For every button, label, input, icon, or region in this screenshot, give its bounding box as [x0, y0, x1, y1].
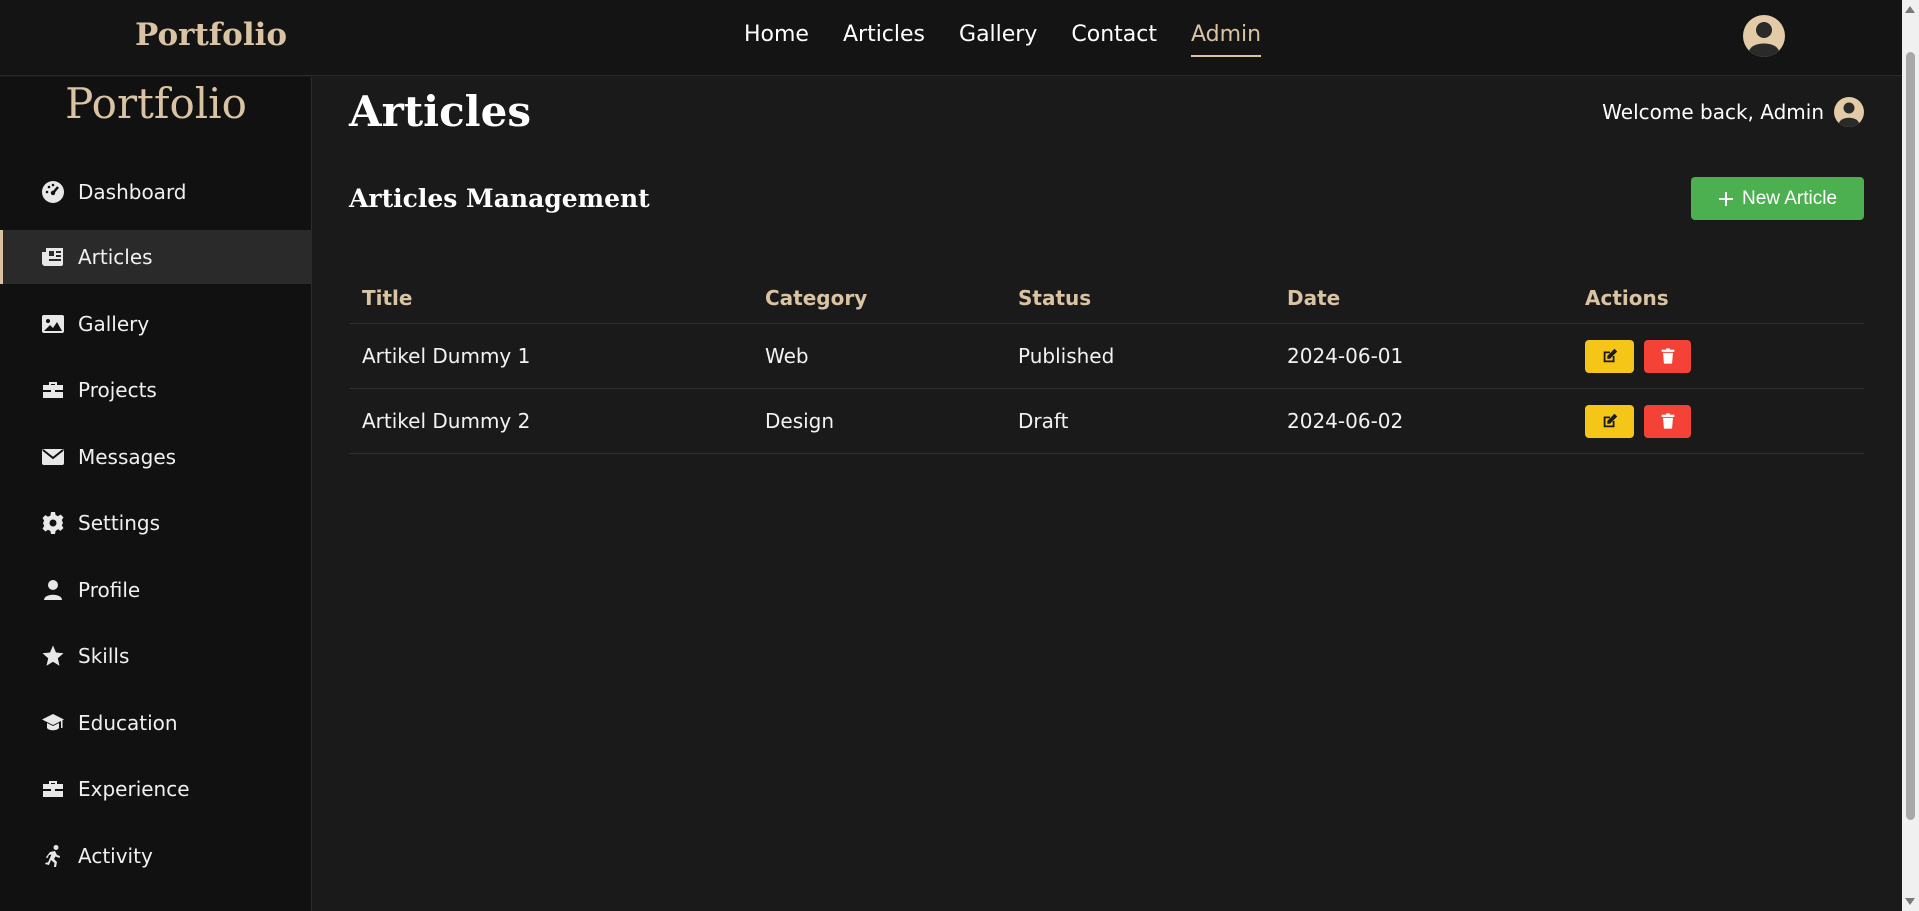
sidebar-item-education[interactable]: Education [0, 696, 312, 750]
nav-articles[interactable]: Articles [843, 22, 925, 57]
sidebar-item-profile[interactable]: Profile [0, 563, 312, 617]
star-icon [40, 643, 66, 669]
page-title: Articles [349, 87, 531, 136]
new-article-button[interactable]: New Article [1691, 177, 1864, 220]
nav-admin[interactable]: Admin [1190, 22, 1262, 57]
top-navbar: Portfolio Home Articles Gallery Contact … [0, 0, 1902, 76]
section-title: Articles Management [349, 184, 650, 213]
welcome-message: Welcome back, Admin [1602, 97, 1864, 127]
sidebar-item-projects[interactable]: Projects [0, 363, 312, 417]
sidebar-item-label: Activity [78, 844, 153, 868]
gauge-icon [40, 179, 66, 205]
sidebar-item-experience[interactable]: Experience [0, 762, 312, 816]
sidebar-item-label: Messages [78, 445, 177, 469]
running-icon [40, 843, 66, 869]
cell-date: 2024-06-01 [1287, 344, 1404, 368]
new-article-label: New Article [1741, 187, 1838, 209]
cell-category: Design [765, 409, 835, 433]
sidebar-item-label: Articles [78, 245, 153, 269]
nav-contact[interactable]: Contact [1071, 22, 1157, 57]
briefcase-icon [40, 776, 66, 802]
sidebar-item-dashboard[interactable]: Dashboard [0, 165, 312, 219]
cell-status: Draft [1018, 409, 1069, 433]
header-status: Status [1018, 285, 1092, 310]
cell-title: Artikel Dummy 2 [362, 409, 531, 433]
sidebar-item-messages[interactable]: Messages [0, 430, 312, 484]
sidebar-item-skills[interactable]: Skills [0, 629, 312, 683]
scroll-down-icon[interactable] [1905, 898, 1915, 905]
sidebar-item-label: Skills [78, 644, 130, 668]
image-icon [40, 311, 66, 337]
header-date: Date [1287, 285, 1341, 310]
newspaper-icon [40, 244, 66, 270]
sidebar-item-label: Dashboard [78, 180, 187, 204]
nav-home[interactable]: Home [744, 22, 809, 57]
gear-icon [40, 510, 66, 536]
vertical-scrollbar[interactable] [1902, 0, 1919, 911]
graduation-cap-icon [40, 710, 66, 736]
cell-date: 2024-06-02 [1287, 409, 1404, 433]
cell-title: Artikel Dummy 1 [362, 344, 531, 368]
edit-button[interactable] [1585, 404, 1634, 438]
table-row: Artikel Dummy 1 Web Published 2024-06-01 [349, 324, 1864, 389]
main-nav: Home Articles Gallery Contact Admin [744, 22, 1262, 57]
briefcase-icon [40, 377, 66, 403]
sidebar-item-label: Projects [78, 378, 157, 402]
sidebar-item-label: Settings [78, 511, 161, 535]
sidebar-brand: Portfolio [65, 79, 247, 128]
sidebar-item-label: Gallery [78, 312, 150, 336]
sidebar-item-label: Profile [78, 578, 141, 602]
table-row: Artikel Dummy 2 Design Draft 2024-06-02 [349, 389, 1864, 454]
envelope-icon [40, 444, 66, 470]
sidebar-item-label: Education [78, 711, 178, 735]
user-icon [40, 577, 66, 603]
trash-icon [1661, 348, 1674, 364]
user-circle-icon [1834, 97, 1864, 127]
main-content: Articles Welcome back, Admin Articles Ma… [313, 77, 1902, 911]
scrollbar-thumb[interactable] [1906, 52, 1915, 820]
header-title: Title [362, 285, 413, 310]
edit-icon [1603, 413, 1617, 428]
delete-button[interactable] [1644, 339, 1691, 373]
sidebar-item-label: Experience [78, 777, 190, 801]
articles-table: Title Category Status Date Actions Artik… [349, 286, 1864, 454]
nav-gallery[interactable]: Gallery [959, 22, 1037, 57]
delete-button[interactable] [1644, 404, 1691, 438]
cell-actions [1585, 339, 1864, 373]
edit-button[interactable] [1585, 339, 1634, 373]
table-header: Title Category Status Date Actions [349, 272, 1864, 324]
plus-icon [1718, 191, 1733, 206]
scroll-up-icon[interactable] [1905, 6, 1915, 13]
cell-actions [1585, 404, 1864, 438]
cell-category: Web [765, 344, 809, 368]
edit-icon [1603, 348, 1617, 363]
header-actions: Actions [1585, 285, 1669, 310]
brand-logo[interactable]: Portfolio [135, 17, 287, 53]
user-avatar-icon[interactable] [1743, 15, 1785, 57]
sidebar-item-activity[interactable]: Activity [0, 829, 312, 883]
welcome-text: Welcome back, Admin [1602, 100, 1824, 124]
admin-sidebar: Portfolio Dashboard Articles Gallery Pro… [0, 77, 312, 911]
header-category: Category [765, 285, 868, 310]
trash-icon [1661, 413, 1674, 429]
cell-status: Published [1018, 344, 1115, 368]
sidebar-item-gallery[interactable]: Gallery [0, 297, 312, 351]
sidebar-item-settings[interactable]: Settings [0, 496, 312, 550]
sidebar-item-articles[interactable]: Articles [0, 230, 312, 284]
